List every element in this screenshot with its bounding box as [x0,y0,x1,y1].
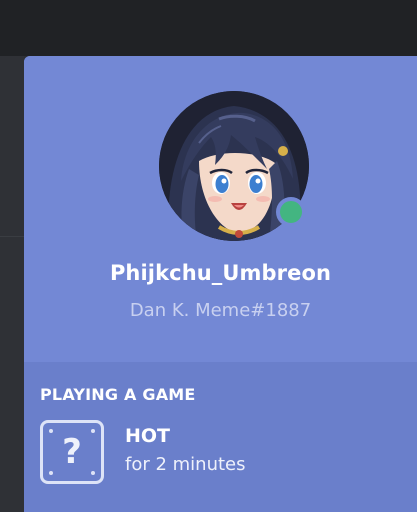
unknown-game-icon: ? [40,420,104,484]
divider [0,236,24,237]
status-online-indicator [276,197,306,227]
user-tag: Dan K. Meme#1887 [129,300,312,321]
activity-header: PLAYING A GAME [40,385,196,404]
screen: Phijkchu_Umbreon Dan K. Meme#1887 PLAYIN… [0,0,417,512]
username: Phijkchu_Umbreon [109,261,332,285]
avatar-container[interactable] [159,91,309,241]
game-name: HOT [125,425,171,447]
user-profile-popout: Phijkchu_Umbreon Dan K. Meme#1887 PLAYIN… [24,56,417,512]
question-mark-icon: ? [62,432,82,472]
popout-header: Phijkchu_Umbreon Dan K. Meme#1887 [24,56,417,362]
app-background-left [0,56,24,512]
game-elapsed-time: for 2 minutes [125,454,246,475]
app-background-top [0,0,417,56]
